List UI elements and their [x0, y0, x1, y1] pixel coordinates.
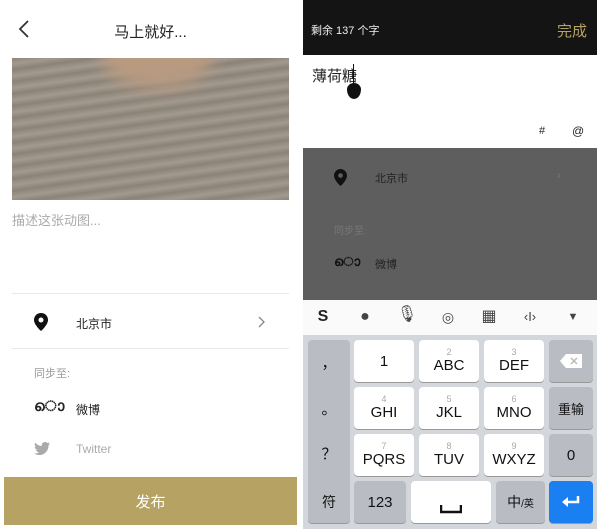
- key-label: JKL: [436, 404, 462, 421]
- gif-preview[interactable]: [12, 58, 289, 200]
- key-label: ABC: [433, 357, 465, 374]
- key-number: 3: [511, 347, 517, 357]
- edit-screen: 剩余 137 个字 完成 薄荷糖 # @ 北京市 › 同步至: ൊ 微博 S ●…: [303, 0, 597, 529]
- key-mno[interactable]: 6 MNO: [484, 387, 544, 429]
- sync-weibo[interactable]: ൊ 微博: [4, 396, 297, 420]
- compose-screen: 马上就好... 描述这张动图... 北京市 同步至: ൊ 微博 Twitter …: [4, 0, 297, 529]
- number-mode-key[interactable]: 123: [354, 481, 406, 523]
- remaining-count: 剩余 137 个字: [311, 25, 380, 37]
- sync-label: 同步至:: [34, 368, 71, 380]
- weibo-label: 微博: [76, 403, 101, 417]
- page-title: 马上就好...: [114, 24, 187, 41]
- key-label: 1: [379, 352, 389, 370]
- lang-en: /英: [521, 498, 534, 510]
- text-input[interactable]: 薄荷糖 # @: [303, 55, 597, 148]
- collapse-keyboard-icon[interactable]: ▼: [561, 306, 585, 328]
- publish-label: 发布: [135, 493, 166, 511]
- cursor-move-icon[interactable]: ‹I›: [518, 306, 542, 328]
- keyboard-toolbar: S ● 🎙 ◎ ▦ ‹I› ▼: [303, 300, 597, 335]
- key-number: 4: [381, 394, 387, 404]
- sync-label: 同步至:: [334, 226, 367, 237]
- reenter-key[interactable]: 重输: [549, 387, 593, 429]
- enter-icon: [562, 496, 580, 507]
- key-label: WXYZ: [492, 451, 536, 468]
- key-number: 6: [511, 394, 517, 404]
- twitter-icon: [34, 442, 50, 455]
- weibo-icon: ൊ: [334, 254, 361, 269]
- enter-key[interactable]: [549, 481, 593, 523]
- key-label: PQRS: [362, 451, 406, 468]
- key-pqrs[interactable]: 7 PQRS: [354, 434, 414, 476]
- divider: [12, 293, 289, 294]
- chevron-right-icon: ›: [557, 168, 561, 182]
- chevron-right-icon: [258, 316, 265, 328]
- weibo-icon: ൊ: [34, 398, 65, 415]
- lang-zh: 中: [507, 494, 522, 510]
- key-question[interactable]: ？: [321, 443, 336, 464]
- twitter-label: Twitter: [76, 442, 112, 456]
- microphone-icon[interactable]: 🎙: [395, 304, 419, 326]
- key-def[interactable]: 3 DEF: [484, 340, 544, 382]
- sogou-logo-icon[interactable]: S: [311, 306, 335, 328]
- key-jkl[interactable]: 5 JKL: [419, 387, 479, 429]
- emoji-icon[interactable]: ●: [353, 306, 377, 328]
- key-number: 7: [381, 441, 387, 451]
- key-tuv[interactable]: 8 TUV: [419, 434, 479, 476]
- key-number: 5: [446, 394, 452, 404]
- key-period[interactable]: 。: [321, 398, 336, 419]
- key-label: GHI: [370, 404, 398, 421]
- divider: [12, 348, 289, 349]
- weibo-label: 微博: [375, 259, 397, 271]
- keyboard-icon[interactable]: ▦: [477, 306, 501, 328]
- mention-button[interactable]: @: [572, 124, 584, 138]
- done-button[interactable]: 完成: [557, 20, 587, 41]
- key-label: DEF: [499, 357, 529, 374]
- key-number: 9: [511, 441, 517, 451]
- key-wxyz[interactable]: 9 WXYZ: [484, 434, 544, 476]
- key-number: 2: [446, 347, 452, 357]
- description-input[interactable]: 描述这张动图...: [12, 210, 101, 229]
- text-cursor: [353, 64, 354, 84]
- hashtag-button[interactable]: #: [539, 125, 545, 137]
- key-number: 8: [446, 441, 452, 451]
- cursor-handle[interactable]: [347, 83, 361, 99]
- space-icon: [440, 505, 462, 514]
- key-abc[interactable]: 2 ABC: [419, 340, 479, 382]
- location-label: 北京市: [375, 173, 408, 185]
- key-ghi[interactable]: 4 GHI: [354, 387, 414, 429]
- space-key[interactable]: [411, 481, 491, 523]
- backspace-key[interactable]: [549, 340, 593, 382]
- location-row[interactable]: 北京市: [4, 300, 297, 346]
- location-label: 北京市: [76, 317, 113, 331]
- sync-twitter[interactable]: Twitter: [4, 436, 297, 460]
- backspace-icon: [560, 354, 582, 368]
- translate-icon[interactable]: ◎: [436, 306, 460, 328]
- symbols-key[interactable]: 符: [308, 481, 350, 523]
- key-comma[interactable]: ，: [321, 352, 336, 373]
- location-pin-icon: [34, 313, 48, 331]
- language-toggle-key[interactable]: 中/英: [496, 481, 545, 523]
- dimmed-overlay: 北京市 › 同步至: ൊ 微博: [303, 148, 597, 300]
- key-1[interactable]: 1: [354, 340, 414, 382]
- key-label: TUV: [434, 451, 464, 468]
- key-label: MNO: [496, 404, 532, 421]
- publish-button[interactable]: 发布: [4, 477, 297, 525]
- header-bar: 剩余 137 个字 完成: [303, 0, 597, 55]
- zero-key[interactable]: 0: [549, 434, 593, 476]
- keyboard: ， 。 ？ ！ 12ABC3DEF4GHI5JKL6MNO7PQRS8TUV9W…: [303, 335, 597, 529]
- location-pin-icon: [334, 169, 347, 186]
